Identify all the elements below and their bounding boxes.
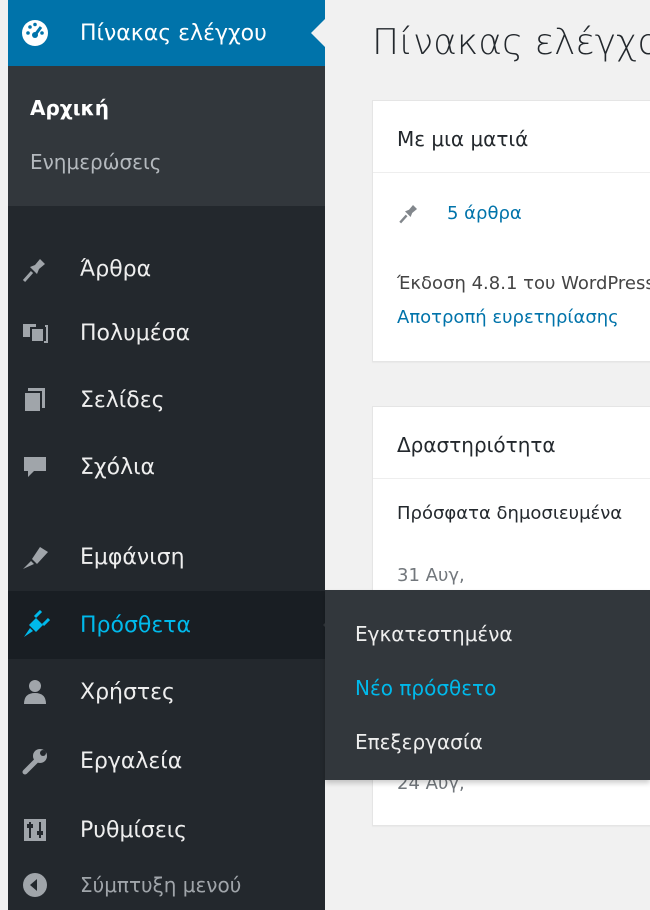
sidebar-item-pages[interactable]: Σελίδες (8, 367, 325, 433)
sidebar-item-media[interactable]: Πολυμέσα (8, 300, 325, 366)
sidebar-item-posts[interactable]: Άρθρα (8, 236, 325, 302)
sidebar-item-label: Πρόσθετα (80, 612, 192, 638)
sidebar-item-label: Χρήστες (80, 679, 175, 705)
collapse-menu-label: Σύμπτυξη μενού (80, 873, 242, 897)
flyout-item-plugin-editor[interactable]: Επεξεργασία (355, 730, 483, 754)
sidebar-item-label: Εμφάνιση (80, 544, 185, 570)
flyout-item-installed-plugins[interactable]: Εγκατεστημένα (355, 622, 513, 646)
version-text: Έκδοση 4.8.1 του WordPress (397, 273, 650, 294)
widget-title: Με μια ματιά (397, 127, 529, 151)
pushpin-icon (18, 252, 52, 286)
widget-title: Δραστηριότητα (397, 433, 556, 457)
plugins-flyout-menu: Εγκατεστημένα Νέο πρόσθετο Επεξεργασία (325, 590, 650, 780)
sidebar-item-settings[interactable]: Ρυθμίσεις (8, 797, 325, 863)
media-icon (18, 316, 52, 350)
sidebar-item-label: Σελίδες (80, 387, 165, 413)
collapse-arrow-icon (18, 868, 52, 902)
submenu-item-home[interactable]: Αρχική (30, 96, 109, 120)
sidebar-item-label: Πίνακας ελέγχου (80, 20, 267, 46)
pages-icon (18, 383, 52, 417)
recently-published-heading: Πρόσφατα δημοσιευμένα (397, 503, 623, 524)
pushpin-icon (397, 201, 421, 230)
sidebar-item-users[interactable]: Χρήστες (8, 659, 325, 725)
submenu-item-updates[interactable]: Ενημερώσεις (30, 150, 161, 174)
settings-icon (18, 813, 52, 847)
sidebar-item-label: Άρθρα (80, 256, 152, 282)
sidebar-item-label: Πολυμέσα (80, 320, 191, 346)
dashboard-submenu: Αρχική Ενημερώσεις (8, 66, 325, 206)
flyout-item-add-new-plugin[interactable]: Νέο πρόσθετο (355, 676, 496, 700)
sidebar-item-appearance[interactable]: Εμφάνιση (8, 524, 325, 590)
sidebar-item-label: Σχόλια (80, 454, 156, 480)
users-icon (18, 675, 52, 709)
widget-header[interactable]: Δραστηριότητα (373, 407, 650, 479)
dashboard-icon (18, 16, 52, 50)
collapse-menu-button[interactable]: Σύμπτυξη μενού (8, 860, 325, 910)
widget-header[interactable]: Με μια ματιά (373, 101, 650, 173)
post-date: 31 Αυγ, (397, 565, 465, 586)
plugins-icon (18, 608, 52, 642)
paintbrush-icon (18, 540, 52, 574)
page-title: Πίνακας ελέγχου (372, 22, 650, 63)
current-page-caret (311, 19, 325, 47)
sidebar-item-tools[interactable]: Εργαλεία (8, 728, 325, 794)
sidebar-item-comments[interactable]: Σχόλια (8, 434, 325, 500)
admin-sidebar: Πίνακας ελέγχου Αρχική Ενημερώσεις Άρθρα… (8, 0, 337, 910)
sidebar-item-label: Εργαλεία (80, 748, 183, 774)
comments-icon (18, 450, 52, 484)
at-a-glance-widget: Με μια ματιά 5 άρθρα Έκδοση 4.8.1 του Wo… (372, 100, 650, 362)
sidebar-item-label: Ρυθμίσεις (80, 817, 188, 843)
sidebar-item-dashboard[interactable]: Πίνακας ελέγχου (8, 0, 325, 66)
posts-count-link[interactable]: 5 άρθρα (447, 203, 522, 224)
search-engines-discouraged-link[interactable]: Αποτροπή ευρετηρίασης (397, 307, 619, 328)
wrench-icon (18, 744, 52, 778)
sidebar-item-plugins[interactable]: Πρόσθετα (8, 591, 337, 659)
